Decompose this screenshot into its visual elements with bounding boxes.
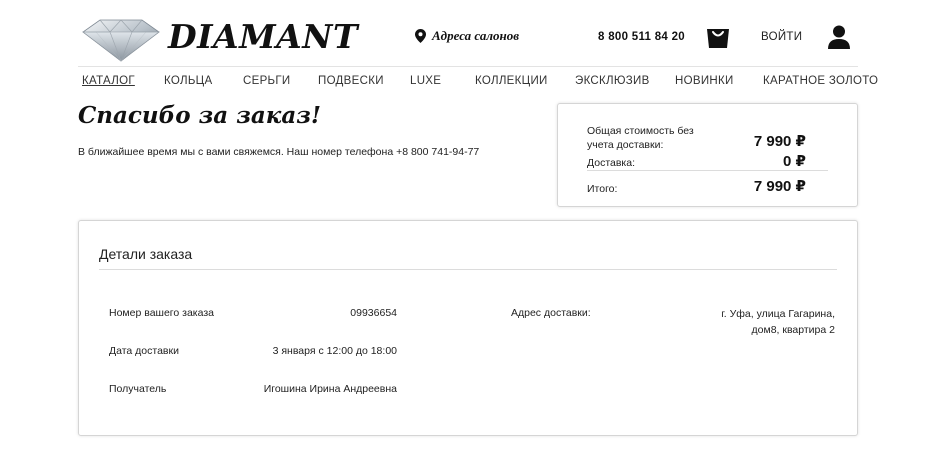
subtotal-label-line2: учета доставки: (587, 139, 664, 151)
details-divider (99, 269, 837, 270)
nav-item-new[interactable]: НОВИНКИ (675, 75, 734, 87)
user-icon[interactable] (826, 24, 852, 50)
total-value: 7 990 ₽ (753, 178, 806, 195)
address-line2: дом8, квартира 2 (751, 324, 835, 336)
order-number-value: 09936654 (350, 307, 397, 319)
nav-item-luxe[interactable]: LUXE (410, 75, 441, 87)
address-label: Адрес доставки: (511, 307, 591, 319)
nav-item-collections[interactable]: КОЛЛЕКЦИИ (475, 75, 548, 87)
address-line1: г. Уфа, улица Гагарина, (721, 308, 835, 320)
delivery-value: 0 ₽ (783, 153, 806, 170)
delivery-date-label: Дата доставки (109, 345, 179, 357)
nav-item-exclusive[interactable]: ЭКСКЛЮЗИВ (575, 75, 650, 87)
login-link[interactable]: ВОЙТИ (761, 31, 802, 43)
recipient-label: Получатель (109, 383, 167, 395)
delivery-date-value: 3 января с 12:00 до 18:00 (272, 345, 397, 357)
nav-item-earrings[interactable]: СЕРЬГИ (243, 75, 291, 87)
nav-item-rings[interactable]: КОЛЬЦА (164, 75, 212, 87)
total-label: Итого: (587, 183, 618, 195)
salons-label: Адреса салонов (432, 28, 520, 43)
subtotal-label-line1: Общая стоимость без (587, 125, 694, 137)
map-pin-icon (415, 29, 426, 43)
main-nav: КАТАЛОГ КОЛЬЦА СЕРЬГИ ПОДВЕСКИ LUXE КОЛЛ… (0, 75, 935, 91)
site-header: DIAMANT Адреса салонов 8 800 511 84 20 В… (0, 0, 935, 70)
diamond-icon[interactable] (82, 18, 160, 62)
thanks-message: В ближайшее время мы с вами свяжемся. На… (78, 146, 480, 158)
recipient-value: Игошина Ирина Андреевна (263, 383, 397, 395)
summary-divider (587, 170, 828, 171)
details-title: Детали заказа (99, 246, 193, 262)
page-title: Спасибо за заказ! (78, 102, 322, 129)
subtotal-value: 7 990 ₽ (753, 133, 806, 150)
salons-link[interactable]: Адреса салонов (415, 28, 519, 44)
order-details-card: Детали заказа Номер вашего заказа 099366… (78, 220, 858, 436)
delivery-label: Доставка: (587, 157, 636, 169)
order-number-label: Номер вашего заказа (109, 307, 215, 319)
nav-item-pendants[interactable]: ПОДВЕСКИ (318, 75, 384, 87)
logo-text[interactable]: DIAMANT (168, 17, 358, 56)
shopping-bag-icon[interactable] (705, 24, 731, 50)
address-value: г. Уфа, улица Гагарина, дом8, квартира 2 (695, 306, 835, 338)
header-divider (78, 66, 858, 67)
header-phone[interactable]: 8 800 511 84 20 (598, 31, 685, 43)
nav-item-carat-gold[interactable]: КАРАТНОЕ ЗОЛОТО (763, 75, 878, 87)
order-summary-card: Общая стоимость без учета доставки: 7 99… (557, 103, 858, 207)
nav-item-catalog[interactable]: КАТАЛОГ (82, 75, 135, 87)
